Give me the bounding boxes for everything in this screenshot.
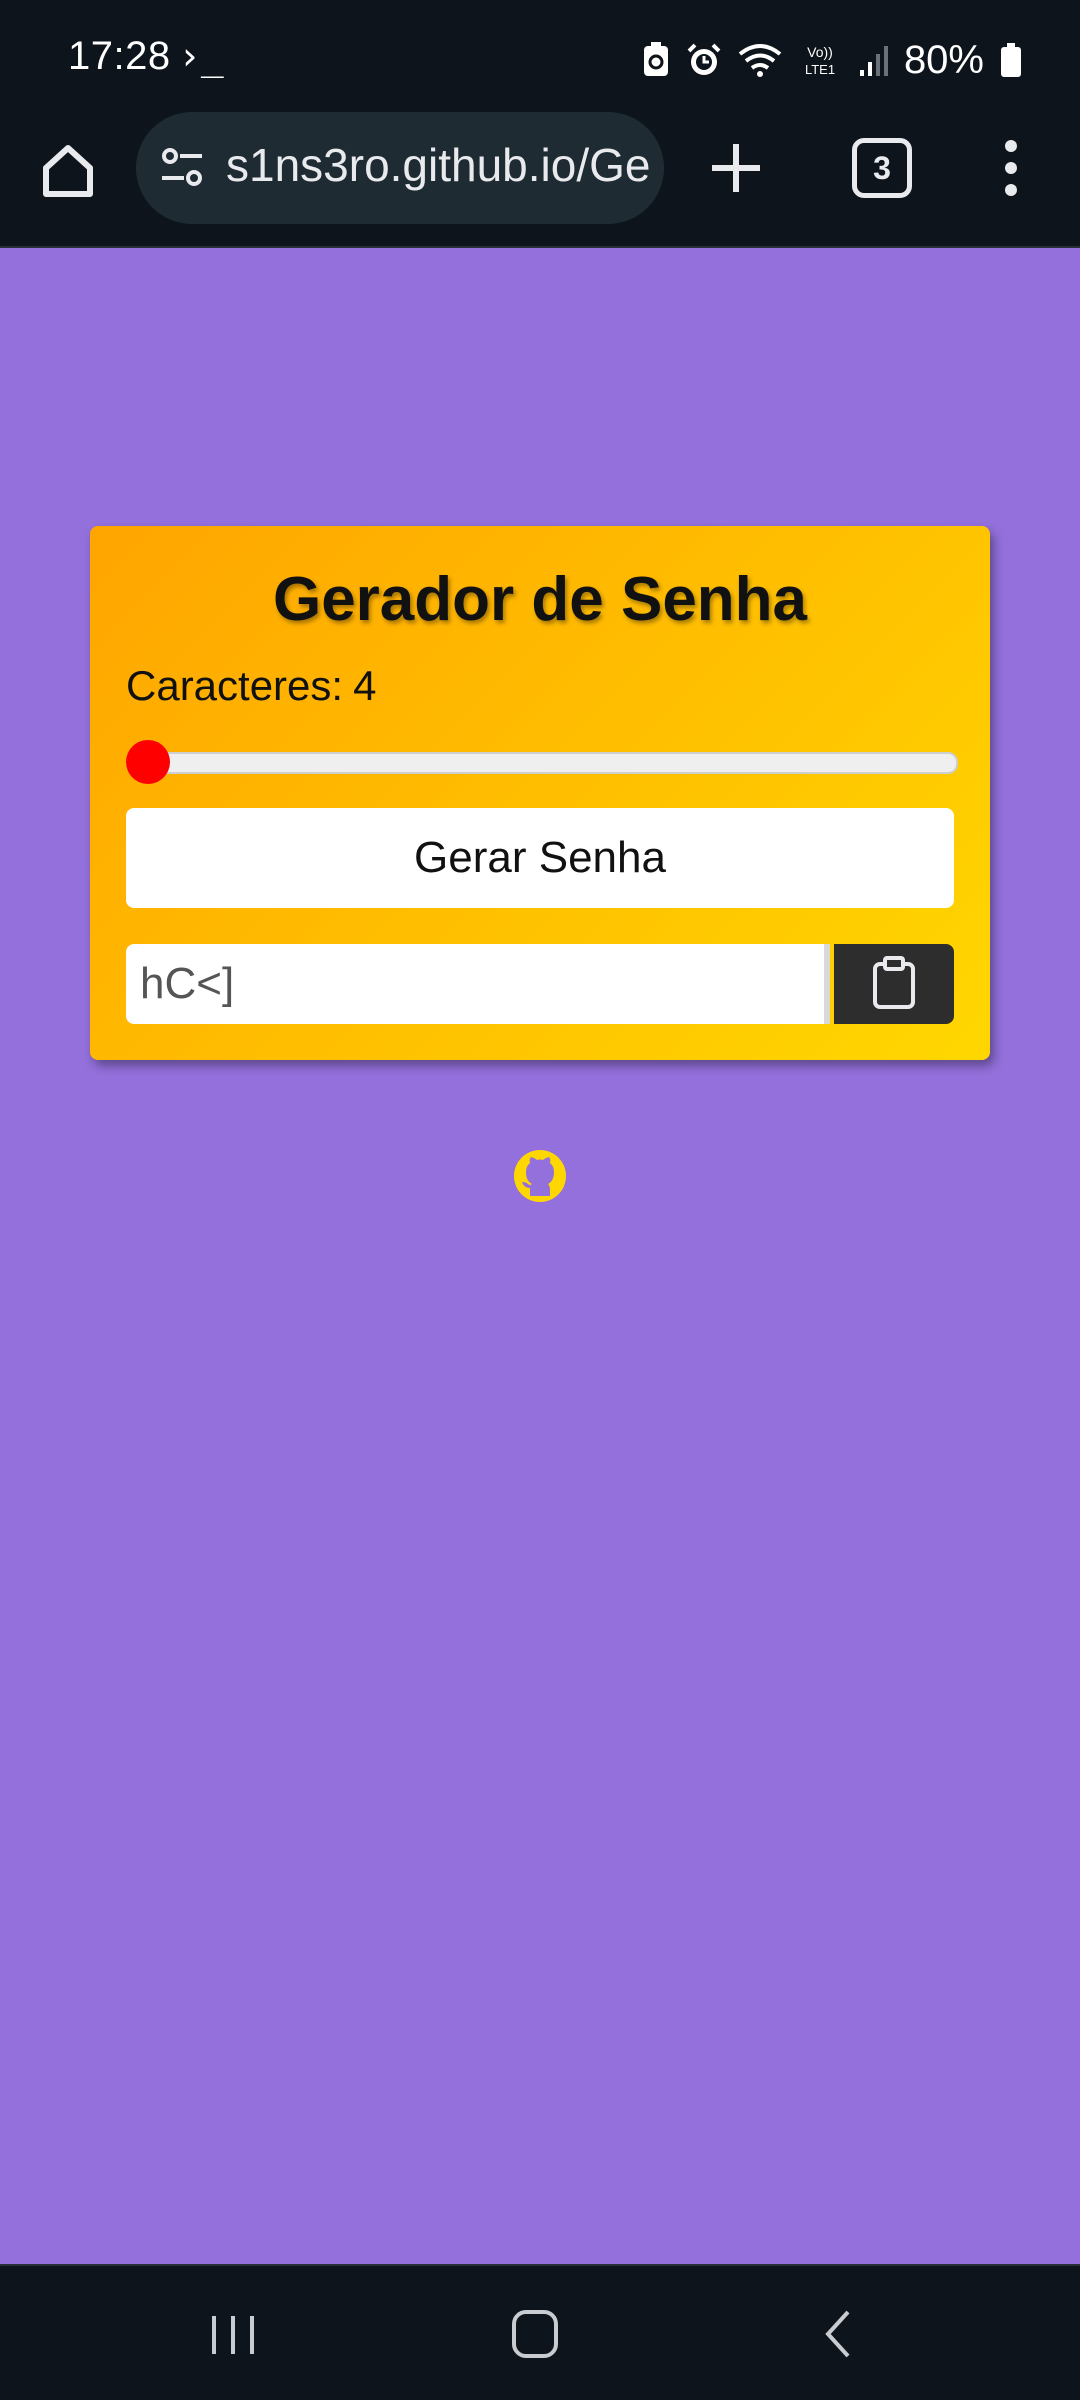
alarm-icon: [686, 42, 722, 78]
signal-icon: [858, 42, 888, 78]
address-bar[interactable]: s1ns3ro.github.io/Ge: [136, 112, 664, 224]
battery-percent: 80%: [903, 37, 984, 82]
status-time: 17:28: [68, 34, 171, 78]
svg-text:LTE1: LTE1: [805, 62, 835, 77]
volte-icon: Vo)) LTE1: [798, 42, 842, 78]
password-output-field[interactable]: hC<]: [126, 944, 830, 1024]
recents-icon[interactable]: [208, 2312, 258, 2358]
characters-count: 4: [353, 662, 377, 709]
page-content: Gerador de Senha Caracteres: 4 Gerar Senh…: [0, 248, 1080, 2264]
more-vert-icon[interactable]: [996, 138, 1026, 198]
length-slider[interactable]: [126, 752, 958, 774]
recycle-icon: [642, 42, 670, 78]
slider-thumb[interactable]: [126, 740, 170, 784]
characters-label: Caracteres: 4: [126, 662, 376, 710]
status-icons: Vo)) LTE1 80%: [642, 30, 1022, 90]
clipboard-icon: [873, 956, 915, 1009]
copy-button[interactable]: [834, 944, 954, 1024]
status-bar: 17:28 ›_ Vo)) LTE1 80%: [0, 0, 1080, 118]
github-icon[interactable]: [512, 1148, 568, 1204]
password-generator-card: Gerador de Senha Caracteres: 4 Gerar Senh…: [90, 526, 990, 1060]
browser-toolbar: s1ns3ro.github.io/Ge 3: [0, 112, 1080, 248]
plus-icon[interactable]: [708, 140, 764, 196]
page-title: Gerador de Senha: [272, 565, 808, 634]
generate-password-button[interactable]: Gerar Senha: [126, 808, 954, 908]
characters-label-text: Caracteres:: [126, 662, 344, 709]
back-icon[interactable]: [820, 2308, 856, 2360]
svg-text:Vo)): Vo)): [807, 44, 833, 60]
home-nav-icon[interactable]: [510, 2308, 560, 2360]
home-icon[interactable]: [38, 140, 98, 200]
terminal-icon: ›_: [178, 34, 224, 78]
url-text[interactable]: s1ns3ro.github.io/Ge: [226, 138, 656, 198]
tab-switcher-button[interactable]: 3: [852, 138, 912, 198]
site-settings-icon[interactable]: [158, 146, 206, 190]
battery-icon: [1000, 43, 1022, 77]
wifi-icon: [738, 42, 782, 78]
navigation-bar: [0, 2264, 1080, 2400]
